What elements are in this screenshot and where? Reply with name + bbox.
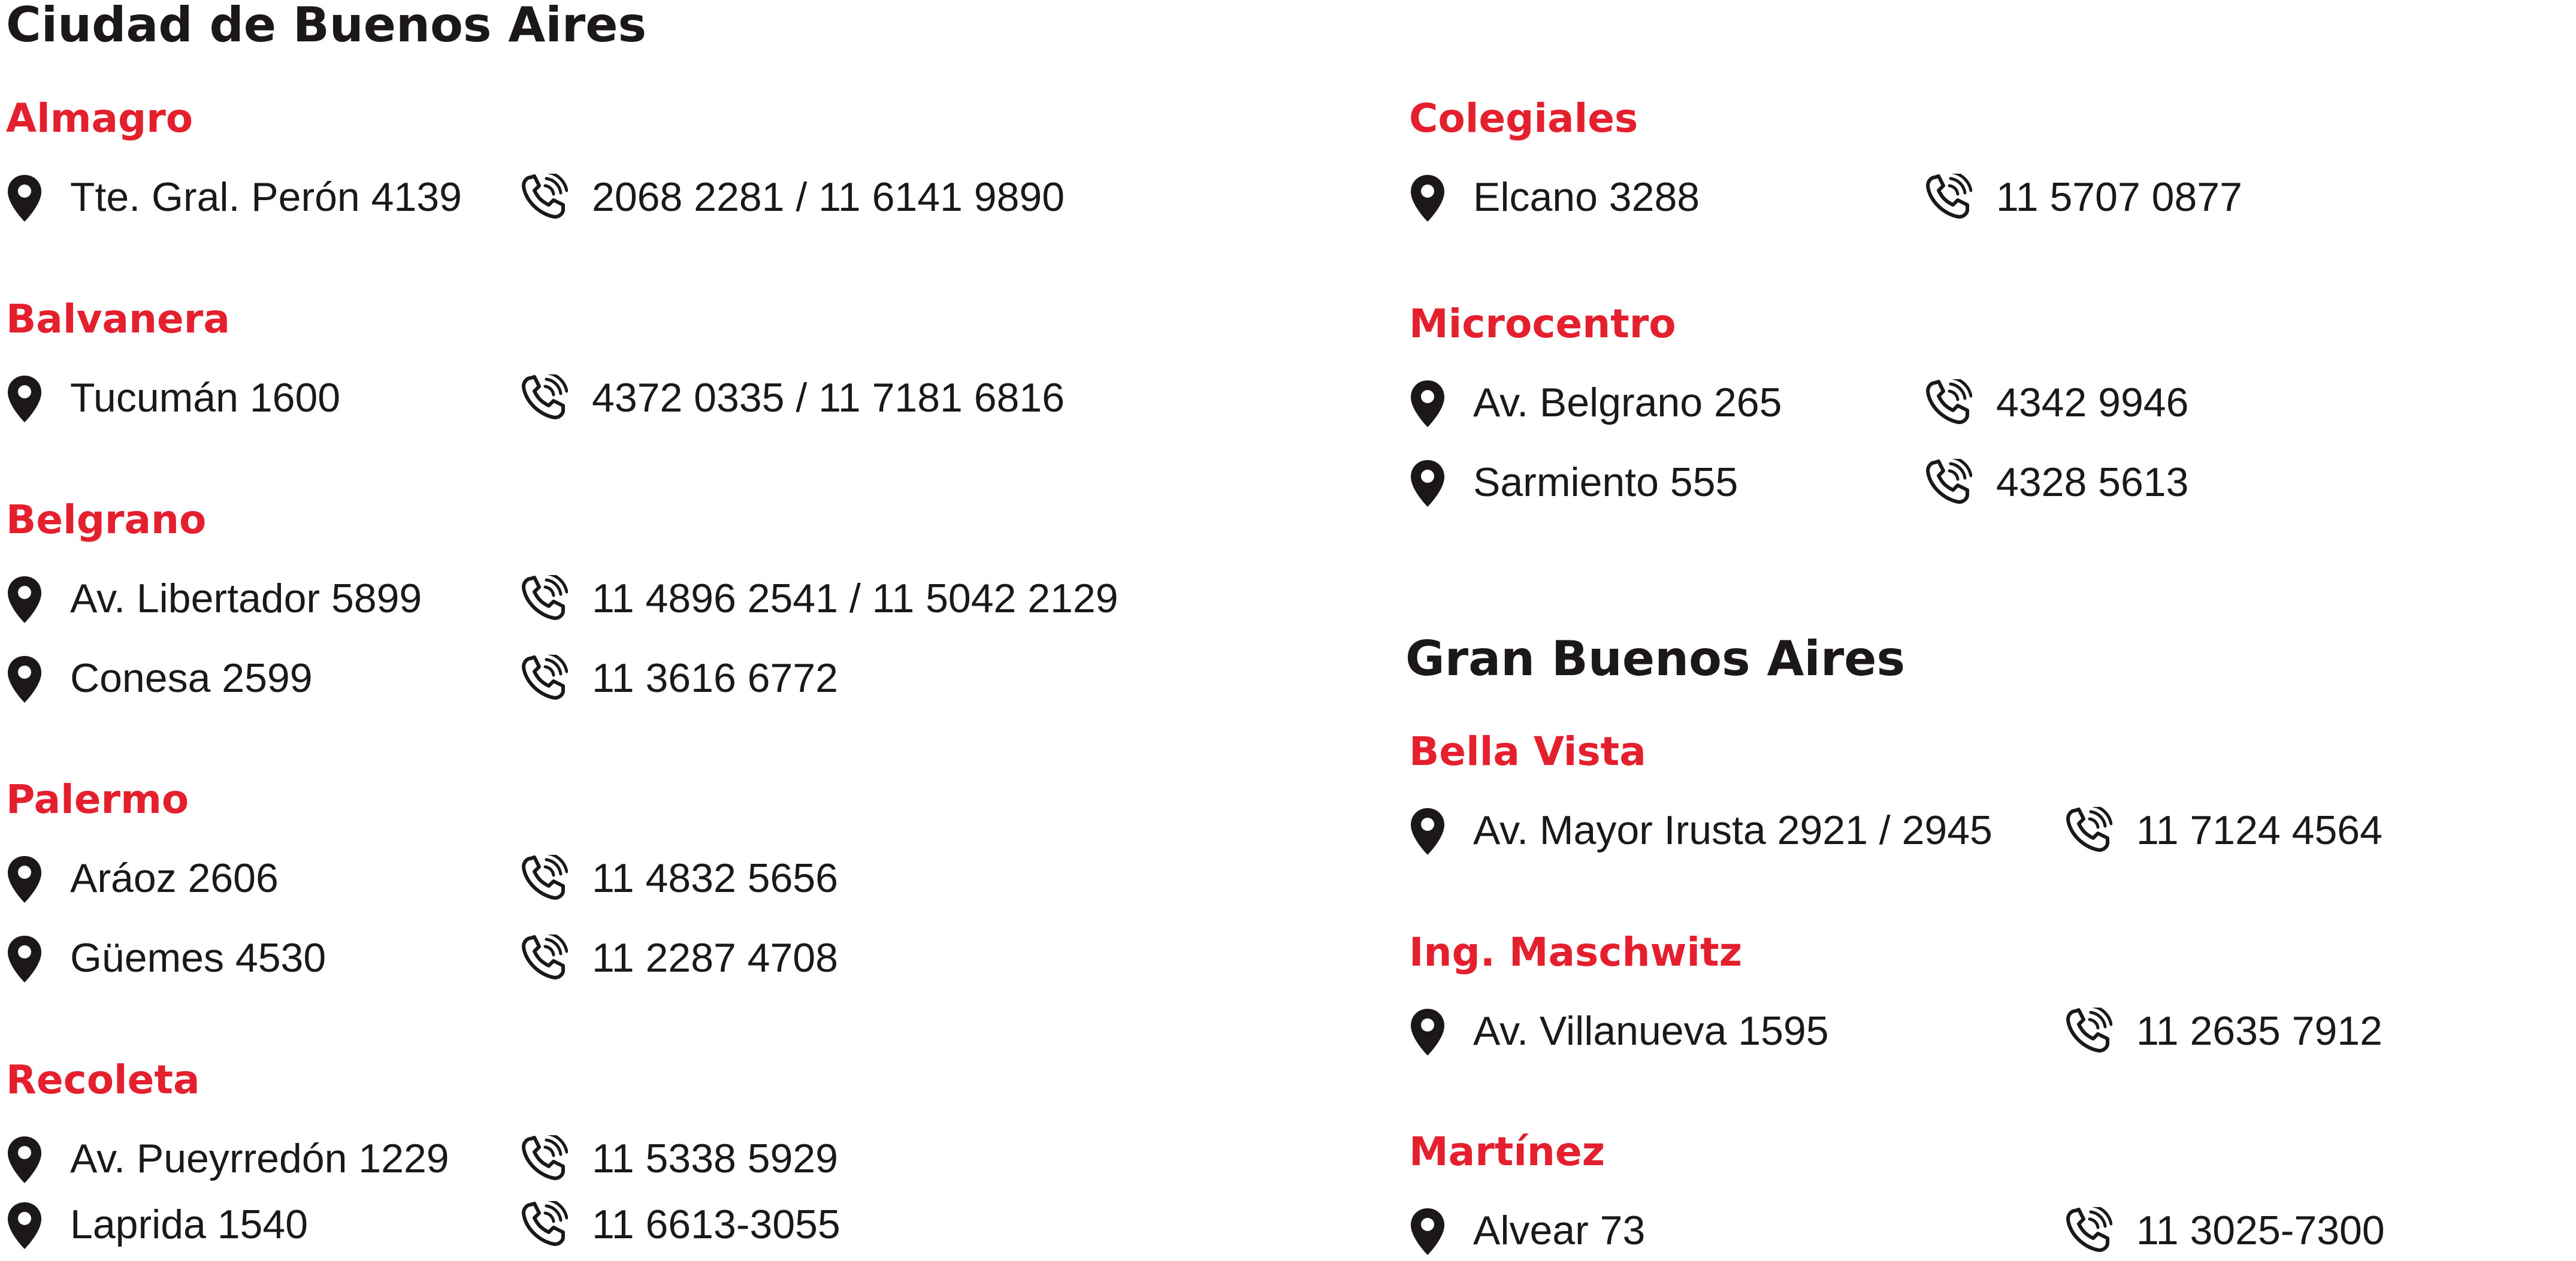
branch-name: Almagro: [6, 95, 193, 141]
phone-ringing-icon: [521, 1201, 568, 1247]
phone-number[interactable]: 4328 5613: [1996, 460, 2188, 505]
branch-name: Palermo: [6, 776, 189, 822]
map-pin-icon: [6, 1201, 43, 1250]
map-pin-icon: [1409, 1008, 1446, 1057]
region-gba-title: Gran Buenos Aires: [1405, 631, 1906, 687]
phone-number[interactable]: 2068 2281 / 11 6141 9890: [592, 175, 1065, 220]
phone-number[interactable]: 11 7124 4564: [2136, 808, 2383, 853]
phone-number[interactable]: 11 4832 5656: [592, 856, 838, 901]
map-pin-icon: [6, 855, 43, 904]
phone-ringing-icon: [521, 1135, 568, 1181]
phone-number[interactable]: 4372 0335 / 11 7181 6816: [592, 376, 1065, 421]
phone-ringing-icon: [2066, 807, 2112, 852]
map-pin-icon: [1409, 459, 1446, 508]
phone-ringing-icon: [521, 855, 568, 900]
address: Alvear 73: [1473, 1208, 1646, 1253]
phone-ringing-icon: [1925, 459, 1972, 504]
phone-ringing-icon: [521, 174, 568, 219]
address: Güemes 4530: [70, 935, 326, 981]
phone-ringing-icon: [521, 575, 568, 621]
address: Conesa 2599: [70, 655, 313, 701]
address: Av. Belgrano 265: [1473, 380, 1782, 425]
branch-name: Balvanera: [6, 296, 230, 342]
phone-number[interactable]: 11 3025-7300: [2136, 1208, 2385, 1253]
phone-ringing-icon: [521, 374, 568, 420]
map-pin-icon: [6, 575, 43, 624]
phone-number[interactable]: 11 3616 6772: [592, 656, 838, 701]
phone-number[interactable]: 11 5338 5929: [592, 1136, 838, 1181]
map-pin-icon: [1409, 174, 1446, 223]
branch-name: Colegiales: [1409, 95, 1638, 141]
phone-number[interactable]: 11 2635 7912: [2136, 1009, 2383, 1054]
map-pin-icon: [6, 655, 43, 704]
phone-number[interactable]: 4342 9946: [1996, 380, 2188, 425]
address: Laprida 1540: [70, 1202, 309, 1247]
region-caba-title: Ciudad de Buenos Aires: [6, 0, 647, 53]
address: Tucumán 1600: [70, 375, 341, 421]
phone-ringing-icon: [2066, 1008, 2112, 1053]
branch-name: Bella Vista: [1409, 728, 1646, 775]
phone-number[interactable]: 11 2287 4708: [592, 936, 838, 981]
branch-name: Martínez: [1409, 1129, 1606, 1175]
branch-name: Recoleta: [6, 1057, 200, 1103]
address: Tte. Gral. Perón 4139: [70, 174, 462, 220]
map-pin-icon: [6, 174, 43, 223]
phone-ringing-icon: [521, 935, 568, 980]
map-pin-icon: [6, 935, 43, 984]
phone-number[interactable]: 11 5707 0877: [1996, 175, 2242, 220]
map-pin-icon: [6, 374, 43, 424]
address: Av. Mayor Irusta 2921 / 2945: [1473, 808, 1993, 853]
address: Elcano 3288: [1473, 174, 1700, 220]
address: Av. Libertador 5899: [70, 576, 422, 621]
phone-ringing-icon: [521, 655, 568, 700]
address: Sarmiento 555: [1473, 459, 1739, 505]
branch-name: Ing. Maschwitz: [1409, 929, 1743, 975]
phone-number[interactable]: 11 4896 2541 / 11 5042 2129: [592, 576, 1118, 621]
address: Av. Villanueva 1595: [1473, 1008, 1829, 1054]
phone-number[interactable]: 11 6613-3055: [592, 1202, 840, 1247]
phone-ringing-icon: [1925, 174, 1972, 219]
phone-ringing-icon: [2066, 1207, 2112, 1253]
address: Aráoz 2606: [70, 855, 279, 901]
branch-name: Microcentro: [1409, 301, 1676, 347]
phone-ringing-icon: [1925, 379, 1972, 425]
map-pin-icon: [1409, 807, 1446, 856]
branch-name: Belgrano: [6, 497, 207, 543]
map-pin-icon: [6, 1135, 43, 1184]
address: Av. Pueyrredón 1229: [70, 1136, 449, 1181]
map-pin-icon: [1409, 379, 1446, 428]
